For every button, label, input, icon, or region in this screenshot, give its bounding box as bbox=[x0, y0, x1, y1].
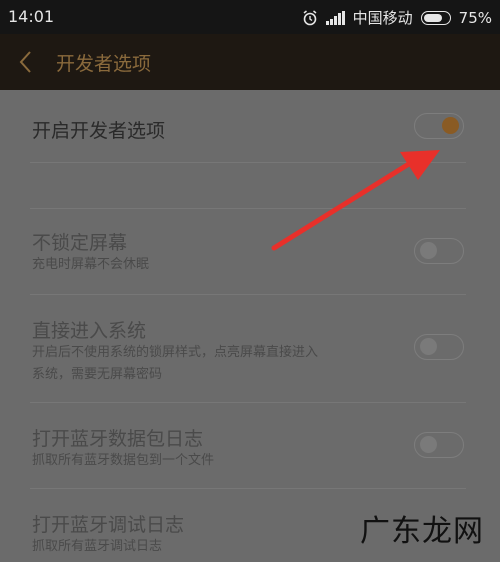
divider bbox=[30, 294, 466, 295]
watermark-logo: 广东龙网 bbox=[360, 514, 484, 549]
status-time: 14:01 bbox=[8, 7, 55, 26]
divider bbox=[30, 208, 466, 209]
setting-title: 开启开发者选项 bbox=[32, 120, 166, 142]
setting-title: 不锁定屏幕 bbox=[32, 232, 128, 254]
divider bbox=[30, 488, 466, 489]
setting-subtitle-line2: 系统，需要无屏幕密码 bbox=[32, 367, 163, 382]
direct-boot-toggle[interactable] bbox=[414, 334, 464, 360]
setting-subtitle: 充电时屏幕不会休眠 bbox=[32, 257, 150, 272]
settings-list: 开启开发者选项 不锁定屏幕 充电时屏幕不会休眠 直接进入系统 开启后不使用系统的… bbox=[0, 90, 500, 562]
divider bbox=[30, 402, 466, 403]
battery-icon bbox=[420, 10, 451, 25]
status-icons: 中国移动 75% bbox=[302, 7, 492, 28]
page-title: 开发者选项 bbox=[56, 53, 152, 75]
carrier-name: 中国移动 bbox=[352, 9, 413, 27]
status-bar: 14:01 中国移动 75% bbox=[0, 0, 500, 34]
back-arrow-icon[interactable] bbox=[18, 49, 32, 75]
setting-subtitle: 抓取所有蓝牙调试日志 bbox=[32, 539, 163, 554]
action-bar: 开发者选项 bbox=[0, 34, 500, 90]
setting-title: 打开蓝牙调试日志 bbox=[32, 514, 185, 536]
setting-subtitle: 开启后不使用系统的锁屏样式，点亮屏幕直接进入 bbox=[32, 345, 319, 360]
setting-title: 打开蓝牙数据包日志 bbox=[32, 428, 204, 450]
divider bbox=[30, 162, 466, 163]
signal-strength-icon bbox=[325, 10, 345, 25]
setting-subtitle: 抓取所有蓝牙数据包到一个文件 bbox=[32, 453, 215, 468]
developer-options-toggle[interactable] bbox=[414, 113, 464, 139]
setting-title: 直接进入系统 bbox=[32, 320, 147, 342]
alarm-clock-icon bbox=[303, 9, 317, 25]
battery-percent: 75% bbox=[458, 8, 492, 27]
bluetooth-hci-log-toggle[interactable] bbox=[414, 432, 464, 458]
stay-awake-toggle[interactable] bbox=[414, 238, 464, 264]
